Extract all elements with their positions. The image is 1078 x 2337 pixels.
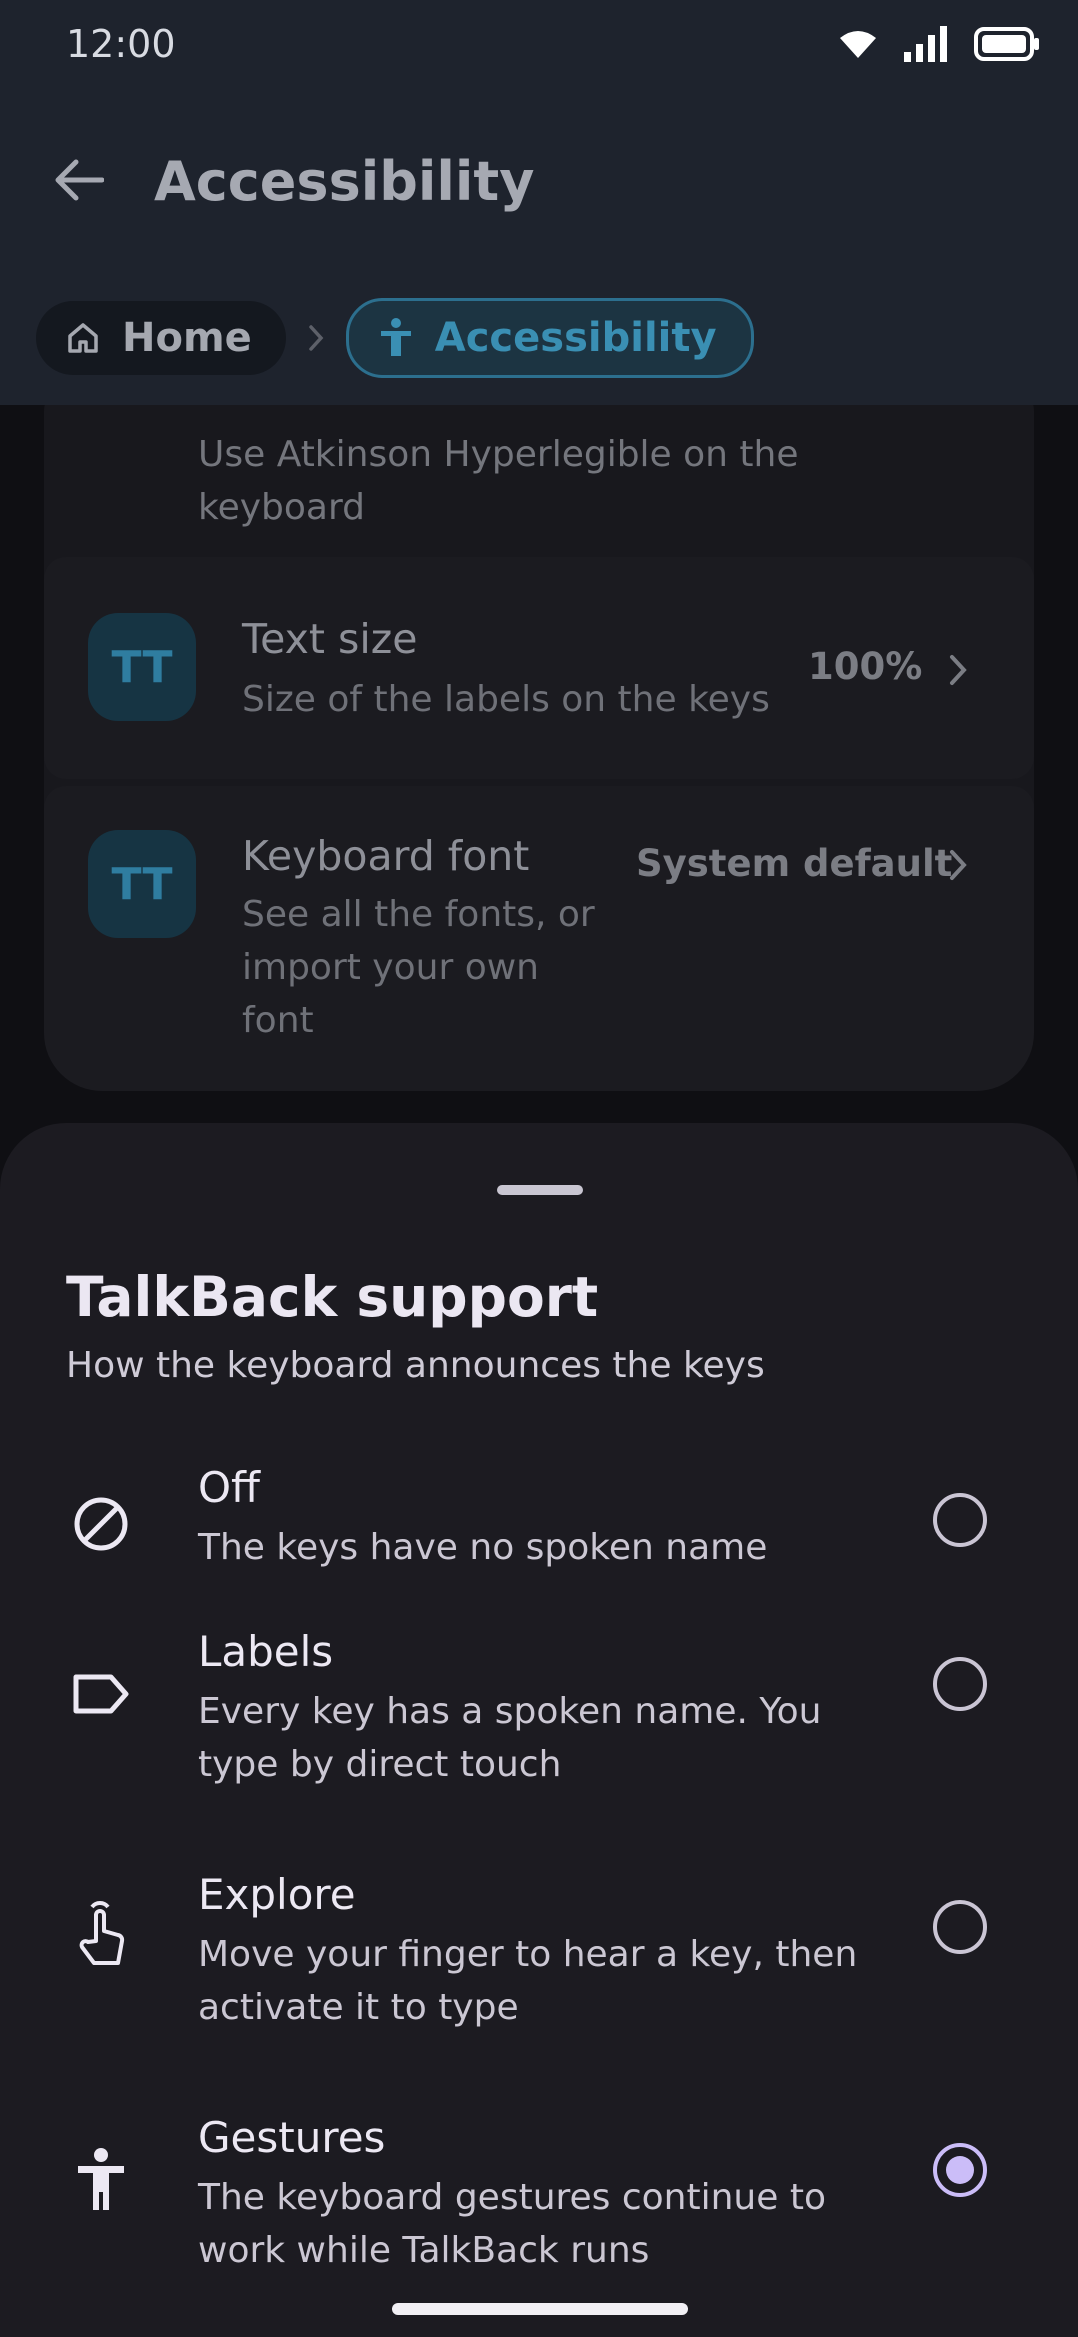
breadcrumb-separator [286,324,346,352]
keyboard-font-icon-glyph: TT [111,858,173,910]
signal-icon [904,26,947,62]
option-gestures-title: Gestures [198,2113,386,2162]
text-size-value: 100% [808,645,923,688]
block-icon [66,1489,136,1559]
home-icon [68,323,98,353]
battery-icon [974,27,1039,61]
accessibility-icon [66,2145,136,2215]
chevron-right-icon [950,850,967,880]
text-size-icon: TT [88,613,196,721]
option-off-title: Off [198,1463,260,1512]
page-title: Accessibility [154,150,535,213]
font-card-subtitle: Use Atkinson Hyperlegible on the keyboar… [198,434,799,528]
keyboard-font-icon: TT [88,830,196,938]
touch-icon [66,1900,136,1970]
option-labels-subtitle: Every key has a spoken name. You type by… [198,1691,822,1785]
drag-handle[interactable] [497,1185,583,1195]
option-gestures-radio[interactable] [933,2143,987,2197]
text-size-row[interactable]: TT Text size Size of the labels on the k… [44,557,1034,779]
keyboard-font-value: System default [636,842,953,885]
breadcrumb-home-label: Home [122,315,252,361]
keyboard-font-title: Keyboard font [242,832,530,880]
option-gestures[interactable]: Gestures The keyboard gestures continue … [0,2113,1078,2313]
accessibility-icon [380,318,411,356]
option-explore-radio[interactable] [933,1900,987,1954]
back-button[interactable] [46,148,110,212]
option-labels-radio[interactable] [933,1657,987,1711]
talkback-bottom-sheet: TalkBack support How the keyboard announ… [0,1123,1078,2337]
sheet-title: TalkBack support [66,1265,599,1329]
wifi-icon [840,31,876,58]
breadcrumb-accessibility[interactable]: Accessibility [345,298,754,378]
option-explore-title: Explore [198,1870,356,1919]
status-time: 12:00 [66,22,176,66]
text-size-icon-glyph: TT [111,641,173,693]
option-explore-subtitle: Move your finger to hear a key, then act… [198,1934,858,2028]
top-app-bar: 12:00 Accessibility Home Accessibility [0,0,1078,405]
chevron-right-icon [950,655,967,685]
text-size-subtitle: Size of the labels on the keys [242,679,770,720]
breadcrumb-home[interactable]: Home [36,301,286,375]
label-icon [66,1659,136,1729]
arrow-back-icon [55,159,104,201]
status-icons [838,26,1040,62]
option-gestures-subtitle: The keyboard gestures continue to work w… [198,2177,826,2271]
keyboard-font-row[interactable]: TT Keyboard font See all the fonts, or i… [44,786,1034,1091]
option-off[interactable]: Off The keys have no spoken name [0,1463,1078,1623]
text-size-title: Text size [242,615,418,663]
gesture-home-bar[interactable] [392,2303,688,2315]
breadcrumb: Home Accessibility [36,298,754,378]
option-off-subtitle: The keys have no spoken name [198,1527,768,1568]
sheet-subtitle: How the keyboard announces the keys [66,1345,765,1386]
breadcrumb-accessibility-label: Accessibility [434,315,717,361]
app-screen: 12:00 Accessibility Home Accessibility U… [0,0,1078,2337]
option-explore[interactable]: Explore Move your finger to hear a key, … [0,1870,1078,2070]
option-labels[interactable]: Labels Every key has a spoken name. You … [0,1627,1078,1827]
chevron-right-icon [309,325,324,351]
option-labels-title: Labels [198,1627,334,1676]
keyboard-font-subtitle: See all the fonts, or import your own fo… [242,894,595,1041]
option-off-radio[interactable] [933,1493,987,1547]
